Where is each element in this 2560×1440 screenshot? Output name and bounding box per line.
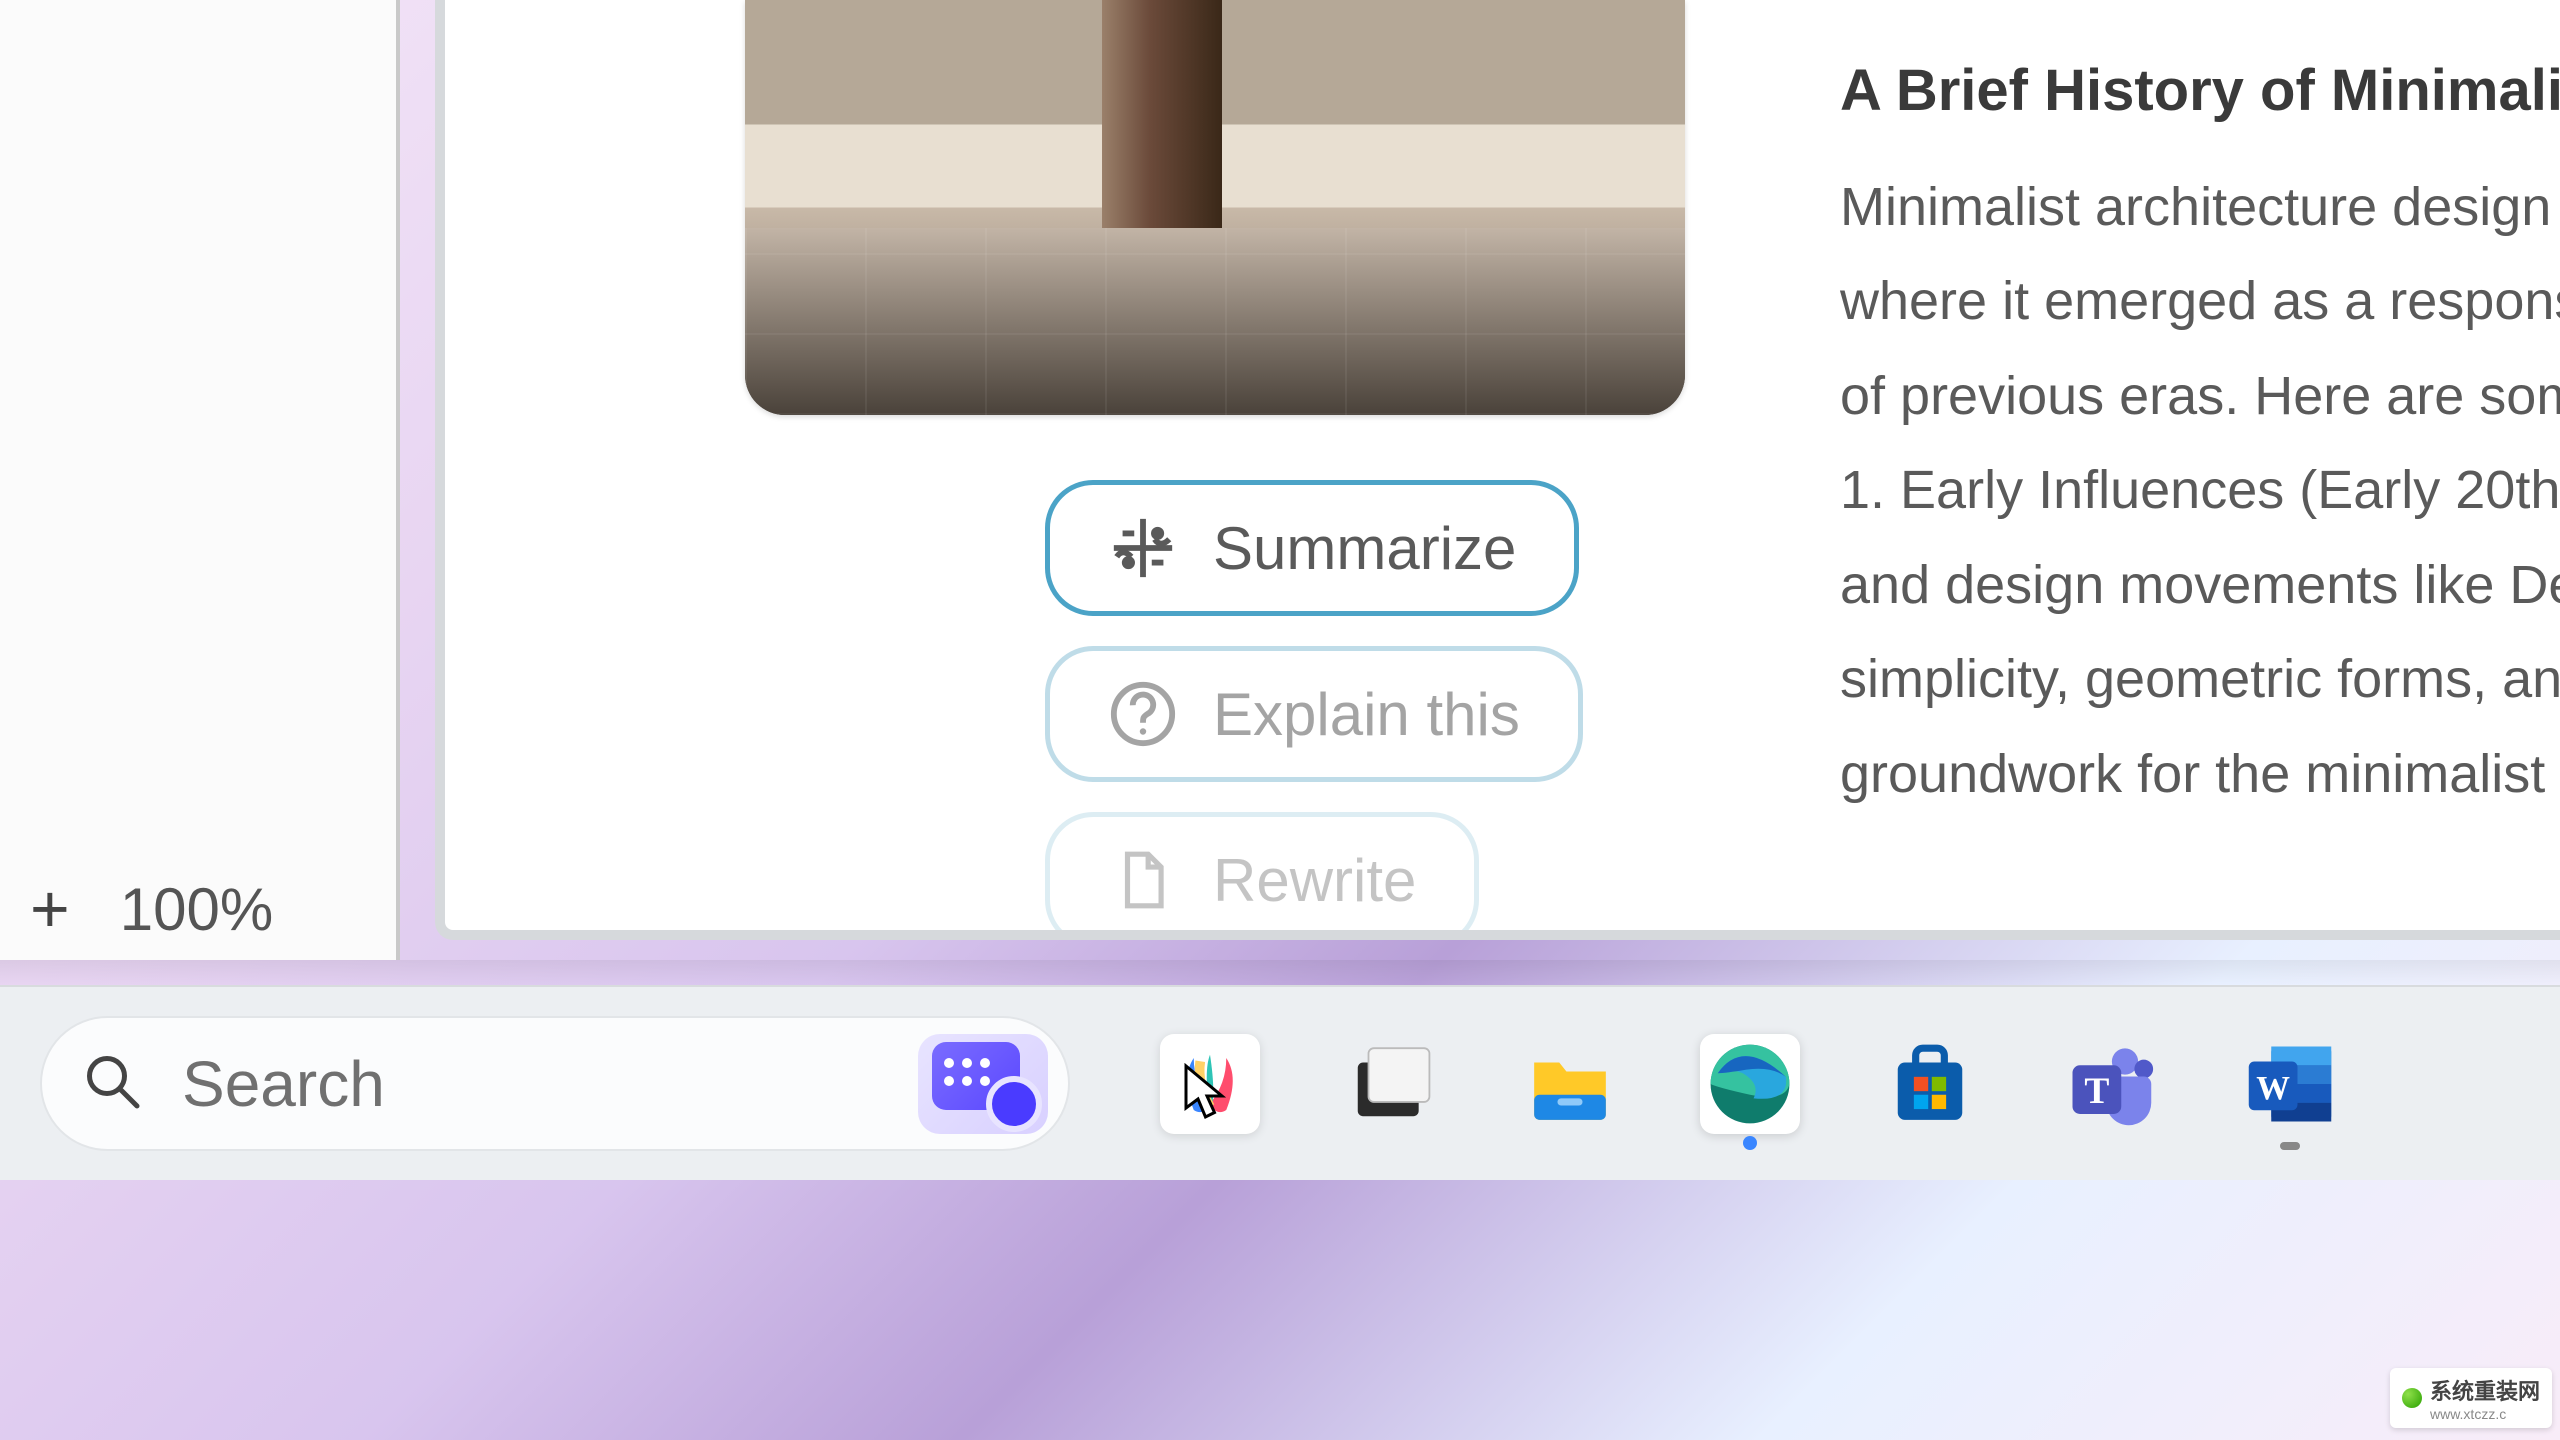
taskbar-pinned-apps: T W <box>1160 1034 2340 1134</box>
search-icon <box>82 1051 142 1116</box>
article-line: Minimalist architecture design h <box>1840 160 2560 255</box>
explain-label: Explain this <box>1213 680 1520 749</box>
news-widget-icon[interactable] <box>918 1034 1048 1134</box>
rewrite-button[interactable]: Rewrite <box>1045 812 1479 940</box>
article-line: simplicity, geometric forms, and <box>1840 632 2560 727</box>
teams-icon[interactable]: T <box>2060 1034 2160 1134</box>
summarize-label: Summarize <box>1213 514 1516 583</box>
copilot-icon[interactable] <box>1160 1034 1260 1134</box>
file-explorer-icon[interactable] <box>1520 1034 1620 1134</box>
article-line: of previous eras. Here are some <box>1840 349 2560 444</box>
document-icon <box>1108 845 1178 915</box>
ai-actions-menu: Summarize Explain this Rewrite <box>1045 480 1583 940</box>
article-body: A Brief History of Minimalist A Minimali… <box>1840 40 2560 821</box>
task-view-icon[interactable] <box>1340 1034 1440 1134</box>
watermark-url: www.xtczz.c <box>2430 1406 2540 1422</box>
edge-icon[interactable] <box>1700 1034 1800 1134</box>
watermark-logo-icon <box>2402 1388 2422 1408</box>
article-line: 1. Early Influences (Early 20th C <box>1840 443 2560 538</box>
left-sidebar-panel: + 100% <box>0 0 400 960</box>
zoom-in-button[interactable]: + <box>30 870 70 948</box>
help-circle-icon <box>1108 679 1178 749</box>
document-window: Summarize Explain this Rewrite A Brief H… <box>435 0 2560 940</box>
watermark-text: 系统重装网 <box>2430 1374 2540 1406</box>
zoom-level-label: 100% <box>120 875 273 944</box>
svg-text:T: T <box>2084 1070 2109 1111</box>
taskbar-shadow <box>0 960 2560 985</box>
summarize-button[interactable]: Summarize <box>1045 480 1579 616</box>
word-icon[interactable]: W <box>2240 1034 2340 1134</box>
taskbar: Search <box>0 985 2560 1180</box>
article-line: groundwork for the minimalist d <box>1840 727 2560 822</box>
search-placeholder: Search <box>182 1047 878 1121</box>
article-line: where it emerged as a response <box>1840 254 2560 349</box>
watermark: 系统重装网 www.xtczz.c <box>2390 1368 2552 1428</box>
article-heading: A Brief History of Minimalist A <box>1840 40 2560 142</box>
article-line: and design movements like De S <box>1840 538 2560 633</box>
rewrite-label: Rewrite <box>1213 846 1416 915</box>
document-hero-image <box>745 0 1685 415</box>
microsoft-store-icon[interactable] <box>1880 1034 1980 1134</box>
taskbar-search[interactable]: Search <box>40 1016 1070 1151</box>
svg-text:W: W <box>2256 1070 2290 1107</box>
zoom-controls: + 100% <box>30 870 273 948</box>
summarize-icon <box>1108 513 1178 583</box>
explain-button[interactable]: Explain this <box>1045 646 1583 782</box>
